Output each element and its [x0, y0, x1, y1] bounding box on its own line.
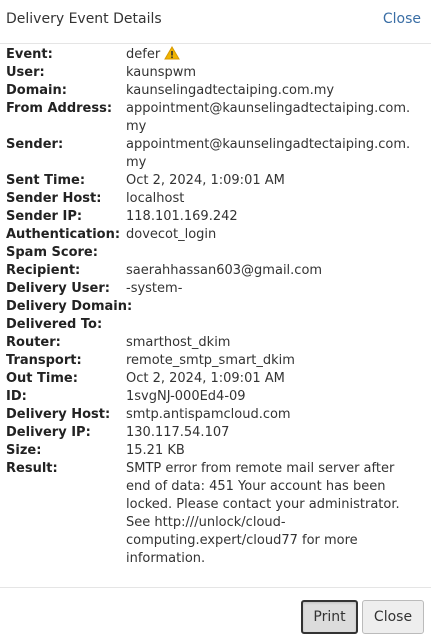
- close-button[interactable]: Close: [362, 600, 424, 634]
- detail-value: -system-: [126, 281, 183, 296]
- detail-row-out-time: Out Time: Oct 2, 2024, 1:09:01 AM: [0, 370, 431, 388]
- detail-row-result: Result: SMTP error from remote mail serv…: [0, 460, 431, 568]
- detail-row-delivery-user: Delivery User: -system-: [0, 280, 431, 298]
- delivery-event-dialog: Delivery Event Details Close Event: defe…: [0, 0, 431, 644]
- details-list: Event: defer User: kaunspwm Domain: kaun…: [0, 46, 431, 568]
- detail-value: smarthost_dkim: [126, 335, 231, 350]
- detail-label: Delivery IP:: [6, 425, 91, 440]
- detail-value: saerahhassan603@gmail.com: [126, 263, 323, 278]
- detail-label: Delivery Domain:: [6, 299, 133, 314]
- detail-label: Sender Host:: [6, 191, 102, 206]
- detail-label: User:: [6, 65, 45, 80]
- detail-label: Domain:: [6, 83, 67, 98]
- detail-label: Recipient:: [6, 263, 81, 278]
- detail-value: localhost: [126, 191, 185, 206]
- detail-label: Delivery Host:: [6, 407, 111, 422]
- detail-label: Router:: [6, 335, 61, 350]
- detail-row-id: ID: 1svgNJ-000Ed4-09: [0, 388, 431, 406]
- detail-row-router: Router: smarthost_dkim: [0, 334, 431, 352]
- detail-value: kaunspwm: [126, 65, 197, 80]
- detail-row-delivery-host: Delivery Host: smtp.antispamcloud.com: [0, 406, 431, 424]
- detail-value: kaunselingadtectaiping.com.my: [126, 83, 335, 98]
- detail-label: Sender IP:: [6, 209, 83, 224]
- dialog-footer: Print Close: [0, 587, 431, 644]
- detail-label: ID:: [6, 389, 27, 404]
- detail-value: Oct 2, 2024, 1:09:01 AM: [126, 371, 285, 386]
- detail-value: 118.101.169.242: [126, 209, 238, 224]
- detail-value: 15.21 KB: [126, 443, 185, 458]
- detail-row-transport: Transport: remote_smtp_smart_dkim: [0, 352, 431, 370]
- print-button[interactable]: Print: [301, 600, 358, 634]
- detail-label: Out Time:: [6, 371, 78, 386]
- detail-row-recipient: Recipient: saerahhassan603@gmail.com: [0, 262, 431, 280]
- warning-icon: [164, 46, 181, 60]
- detail-value: 1svgNJ-000Ed4-09: [126, 389, 246, 404]
- detail-value: appointment@kaunselingadtectaiping.com.m…: [126, 101, 411, 134]
- event-value: defer: [126, 47, 161, 62]
- detail-row-from-address: From Address: appointment@kaunselingadte…: [0, 100, 431, 136]
- detail-label: Delivered To:: [6, 317, 103, 332]
- detail-value: smtp.antispamcloud.com: [126, 407, 291, 422]
- detail-label: Event:: [6, 47, 53, 62]
- detail-label: Size:: [6, 443, 42, 458]
- detail-row-sent-time: Sent Time: Oct 2, 2024, 1:09:01 AM: [0, 172, 431, 190]
- detail-row-delivery-domain: Delivery Domain:: [0, 298, 431, 316]
- detail-label: Spam Score:: [6, 245, 98, 260]
- detail-label: Delivery User:: [6, 281, 110, 296]
- detail-row-event: Event: defer: [0, 46, 431, 64]
- detail-label: Result:: [6, 461, 58, 476]
- detail-row-domain: Domain: kaunselingadtectaiping.com.my: [0, 82, 431, 100]
- detail-row-user: User: kaunspwm: [0, 64, 431, 82]
- detail-row-sender: Sender: appointment@kaunselingadtectaipi…: [0, 136, 431, 172]
- detail-value: defer: [126, 46, 422, 64]
- dialog-title: Delivery Event Details: [6, 11, 162, 27]
- detail-row-sender-host: Sender Host: localhost: [0, 190, 431, 208]
- detail-row-delivery-ip: Delivery IP: 130.117.54.107: [0, 424, 431, 442]
- detail-row-spam-score: Spam Score:: [0, 244, 431, 262]
- header-close-link[interactable]: Close: [383, 11, 421, 27]
- detail-label: Authentication:: [6, 227, 121, 242]
- detail-value: 130.117.54.107: [126, 425, 230, 440]
- detail-label: From Address:: [6, 101, 113, 116]
- detail-row-sender-ip: Sender IP: 118.101.169.242: [0, 208, 431, 226]
- detail-row-authentication: Authentication: dovecot_login: [0, 226, 431, 244]
- detail-value: dovecot_login: [126, 227, 217, 242]
- detail-label: Sent Time:: [6, 173, 86, 188]
- detail-label: Sender:: [6, 137, 64, 152]
- dialog-header: Delivery Event Details Close: [0, 0, 431, 44]
- detail-value: remote_smtp_smart_dkim: [126, 353, 295, 368]
- detail-row-delivered-to: Delivered To:: [0, 316, 431, 334]
- detail-value: appointment@kaunselingadtectaiping.com.m…: [126, 137, 411, 170]
- detail-row-size: Size: 15.21 KB: [0, 442, 431, 460]
- detail-value: Oct 2, 2024, 1:09:01 AM: [126, 173, 285, 188]
- detail-label: Transport:: [6, 353, 82, 368]
- detail-value: SMTP error from remote mail server after…: [126, 461, 400, 566]
